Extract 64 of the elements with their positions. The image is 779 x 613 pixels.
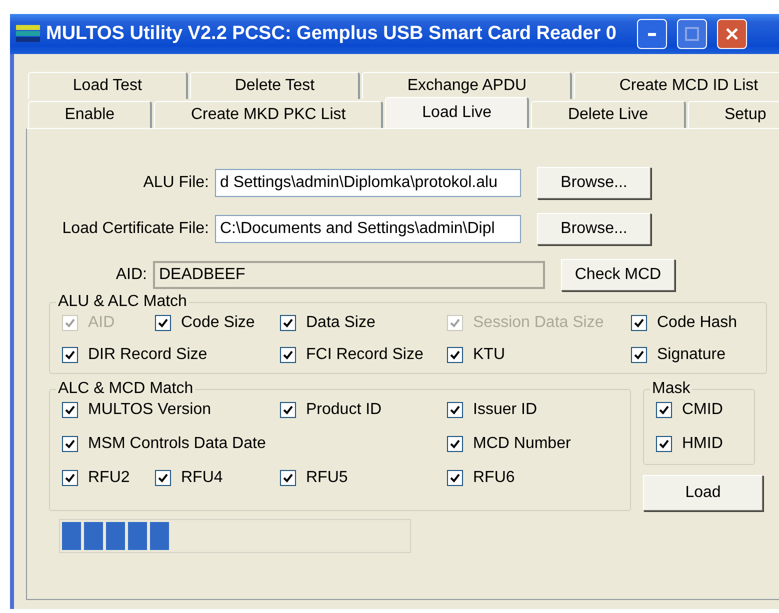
tab[interactable]: Setup [688,101,779,128]
checkbox[interactable]: DIR Record Size [62,343,280,367]
tab[interactable]: Enable [28,101,152,128]
tab[interactable]: Load Live [385,97,530,128]
push-button[interactable]: Browse... [537,167,651,199]
check-icon [450,473,460,483]
check-icon [450,405,460,415]
tab[interactable]: Create MCD ID List [574,72,779,99]
input-field[interactable]: C:\Documents and Settings\admin\Dipl [215,215,521,243]
check-icon [634,318,644,328]
check-icon [283,473,293,483]
tab[interactable]: Delete Test [190,72,360,99]
checkbox[interactable]: FCI Record Size [280,343,447,367]
check-icon [158,318,168,328]
check-icon [65,350,75,360]
window-title: MULTOS Utility V2.2 PCSC: Gemplus USB Smart Card Reader 0 [46,23,616,45]
checkbox[interactable]: Code Hash [631,311,758,335]
check-icon [450,350,460,360]
checkbox[interactable]: MSM Controls Data Date [62,432,447,456]
checkbox[interactable]: Code Size [155,311,280,335]
load-button[interactable]: Load [643,475,763,511]
check-icon [65,473,75,483]
checkbox[interactable]: MCD Number [447,432,622,456]
maximize-button[interactable] [676,19,706,49]
checkbox[interactable]: Data Size [280,311,447,335]
checkbox[interactable]: RFU5 [280,466,447,490]
checkbox[interactable]: Product ID [280,398,447,422]
push-button[interactable]: Browse... [537,213,651,245]
checkbox[interactable]: HMID [656,432,746,456]
tab[interactable]: Load Test [28,72,188,99]
minimize-icon [648,32,656,36]
close-button[interactable] [716,19,746,49]
checkbox[interactable]: RFU2 [62,466,155,490]
checkbox[interactable]: CMID [656,398,746,422]
check-icon [65,439,75,449]
field-label: ALU File: [142,174,209,192]
tab[interactable]: Exchange APDU [362,72,572,99]
checkbox[interactable]: Issuer ID [447,398,622,422]
check-icon [158,473,168,483]
check-icon [634,350,644,360]
check-icon [450,439,460,449]
field-label: Load Certificate File: [61,220,209,238]
check-icon [659,439,669,449]
check-icon [65,405,75,415]
tab[interactable]: Create MKD PKC List [154,101,384,128]
group-title: Mask [651,380,692,398]
minimize-button[interactable] [636,19,666,49]
check-icon [450,318,460,328]
check-icon [659,405,669,415]
checkbox[interactable]: MULTOS Version [62,398,280,422]
check-icon [283,405,293,415]
input-field[interactable]: d Settings\admin\Diplomka\protokol.alu [215,169,521,197]
group-title: ALC & MCD Match [57,380,194,398]
checkbox[interactable]: RFU4 [155,466,280,490]
app-icon [16,25,40,43]
tab[interactable]: Delete Live [531,101,686,128]
check-icon [65,318,75,328]
checkbox[interactable]: Signature [631,343,758,367]
checkbox[interactable]: KTU [447,343,631,367]
check-icon [283,350,293,360]
check-icon [283,318,293,328]
checkbox[interactable]: RFU6 [447,466,622,490]
field-label: AID: [114,266,147,284]
group-title: ALU & ALC Match [57,293,188,311]
